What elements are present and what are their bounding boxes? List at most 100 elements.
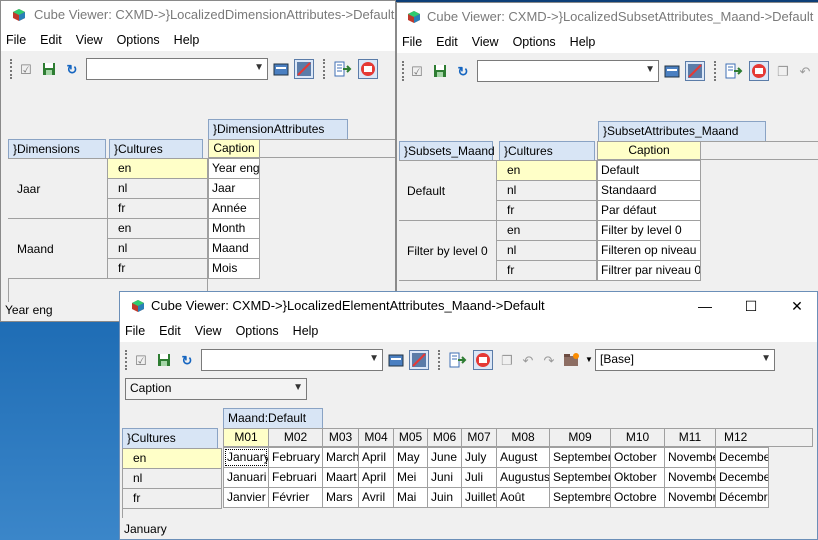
- menu-help[interactable]: Help: [286, 320, 326, 342]
- menu-edit[interactable]: Edit: [152, 320, 188, 342]
- checkmark-icon[interactable]: ☑: [17, 60, 35, 78]
- recalculate-icon[interactable]: ↻: [454, 62, 472, 80]
- title-bar[interactable]: Cube Viewer: CXMD->}LocalizedSubsetAttri…: [397, 3, 818, 31]
- menu-edit[interactable]: Edit: [429, 31, 465, 53]
- column-header[interactable]: M03: [322, 428, 359, 447]
- maximize-button[interactable]: ☐: [728, 292, 774, 320]
- row-culture[interactable]: fr: [497, 201, 597, 221]
- row-dimension-button-dimensions[interactable]: }Dimensions: [8, 139, 106, 160]
- data-cell[interactable]: August: [496, 447, 550, 468]
- row-dimension-button-cultures[interactable]: }Cultures: [122, 428, 218, 449]
- menu-options[interactable]: Options: [506, 31, 563, 53]
- undo-icon[interactable]: ↶: [796, 62, 814, 80]
- data-cell[interactable]: December: [715, 467, 769, 488]
- data-cell[interactable]: Augustus: [496, 467, 550, 488]
- checkmark-icon[interactable]: ☑: [408, 62, 426, 80]
- column-dimension-button[interactable]: Maand:Default: [223, 408, 323, 429]
- title-dimension-combo[interactable]: Caption ▼: [125, 378, 307, 400]
- data-cell[interactable]: Novembre: [664, 487, 716, 508]
- data-cell[interactable]: October: [610, 447, 665, 468]
- data-cell[interactable]: Mars: [322, 487, 359, 508]
- save-icon[interactable]: [155, 351, 173, 369]
- data-cell[interactable]: Maand: [208, 238, 260, 259]
- row-culture[interactable]: fr: [108, 199, 208, 219]
- data-cell[interactable]: Filtrer par niveau 0: [597, 260, 701, 281]
- menu-help[interactable]: Help: [563, 31, 603, 53]
- row-dimension-button-subsets[interactable]: }Subsets_Maand: [399, 141, 495, 162]
- row-culture[interactable]: en: [123, 449, 222, 469]
- row-culture[interactable]: en: [497, 221, 597, 241]
- column-header[interactable]: M12: [715, 428, 813, 447]
- data-cell[interactable]: Mei: [393, 467, 428, 488]
- sandbox-icon[interactable]: [663, 62, 681, 80]
- row-culture[interactable]: fr: [497, 261, 597, 281]
- row-group-filter-by-level-0[interactable]: Filter by level 0: [399, 221, 497, 281]
- menu-file[interactable]: File: [120, 320, 152, 342]
- data-cell[interactable]: September: [549, 447, 611, 468]
- export-icon[interactable]: [334, 60, 352, 78]
- data-cell[interactable]: Par défaut: [597, 200, 701, 221]
- data-cell[interactable]: March: [322, 447, 359, 468]
- column-dimension-button[interactable]: }DimensionAttributes: [208, 119, 348, 140]
- column-header[interactable]: M06: [427, 428, 462, 447]
- data-cell[interactable]: Februari: [268, 467, 323, 488]
- column-header[interactable]: M02: [268, 428, 323, 447]
- suppress-zeros-icon[interactable]: [685, 61, 705, 81]
- data-cell[interactable]: Février: [268, 487, 323, 508]
- data-cell[interactable]: Juillet: [461, 487, 497, 508]
- sandbox-icon[interactable]: [272, 60, 290, 78]
- menu-view[interactable]: View: [465, 31, 506, 53]
- data-cell[interactable]: Juli: [461, 467, 497, 488]
- column-header-caption[interactable]: Caption: [208, 139, 260, 158]
- toolbar-grip[interactable]: [125, 350, 128, 370]
- data-cell[interactable]: Filter by level 0: [597, 220, 701, 241]
- toolbar-grip-2[interactable]: [714, 61, 717, 81]
- data-cell[interactable]: Month: [208, 218, 260, 239]
- row-dimension-button-cultures[interactable]: }Cultures: [499, 141, 595, 162]
- menu-options[interactable]: Options: [110, 29, 167, 51]
- save-icon[interactable]: [40, 60, 58, 78]
- suppress-zeros-icon[interactable]: [294, 59, 314, 79]
- data-cell[interactable]: Octobre: [610, 487, 665, 508]
- data-cell[interactable]: June: [427, 447, 462, 468]
- data-cell[interactable]: Juin: [427, 487, 462, 508]
- row-culture[interactable]: nl: [497, 241, 597, 261]
- data-cell[interactable]: Juni: [427, 467, 462, 488]
- menu-file[interactable]: File: [397, 31, 429, 53]
- data-cell[interactable]: April: [358, 447, 394, 468]
- column-header[interactable]: M05: [393, 428, 428, 447]
- export-icon[interactable]: [449, 351, 467, 369]
- column-header[interactable]: M10: [610, 428, 665, 447]
- column-dimension-button[interactable]: }SubsetAttributes_Maand: [598, 121, 766, 142]
- data-cell[interactable]: Maart: [322, 467, 359, 488]
- column-header[interactable]: M04: [358, 428, 394, 447]
- toolbar-grip[interactable]: [402, 61, 405, 81]
- recalculate-icon[interactable]: ↻: [63, 60, 81, 78]
- data-cell[interactable]: May: [393, 447, 428, 468]
- row-culture[interactable]: nl: [108, 179, 208, 199]
- data-cell[interactable]: Mai: [393, 487, 428, 508]
- column-header-caption[interactable]: Caption: [597, 141, 701, 160]
- data-cell[interactable]: Januari: [223, 467, 269, 488]
- data-cell[interactable]: November: [664, 447, 716, 468]
- save-icon[interactable]: [431, 62, 449, 80]
- data-cell[interactable]: November: [664, 467, 716, 488]
- column-header[interactable]: M01: [223, 428, 269, 447]
- row-dimension-button-cultures[interactable]: }Cultures: [109, 139, 203, 160]
- column-header[interactable]: M07: [461, 428, 497, 447]
- data-cell[interactable]: Jaar: [208, 178, 260, 199]
- export-icon[interactable]: [725, 62, 743, 80]
- menu-options[interactable]: Options: [229, 320, 286, 342]
- toolbar-grip-2[interactable]: [323, 59, 326, 79]
- row-culture[interactable]: nl: [108, 239, 208, 259]
- data-cell[interactable]: December: [715, 447, 769, 468]
- data-cell-selected[interactable]: January: [223, 447, 269, 468]
- data-cell[interactable]: Filteren op niveau 0: [597, 240, 701, 261]
- checkmark-icon[interactable]: ☑: [132, 351, 150, 369]
- data-cell[interactable]: Décembre: [715, 487, 769, 508]
- row-culture[interactable]: en: [497, 161, 597, 181]
- data-cell[interactable]: July: [461, 447, 497, 468]
- spreadsheet-icon[interactable]: ❐: [498, 351, 516, 369]
- column-header[interactable]: M09: [549, 428, 611, 447]
- row-culture[interactable]: fr: [123, 489, 222, 509]
